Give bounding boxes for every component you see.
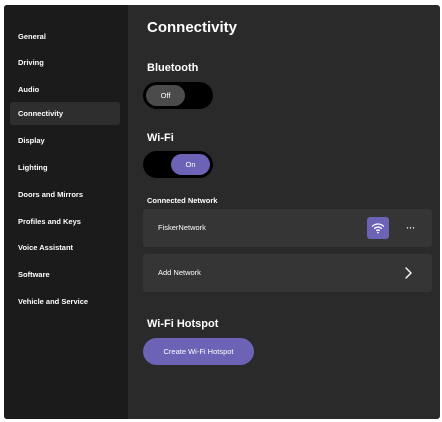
- more-icon[interactable]: ···: [399, 217, 421, 239]
- sidebar-item-vehicle-and-service[interactable]: Vehicle and Service: [10, 290, 120, 313]
- bluetooth-toggle-label: Off: [146, 85, 185, 106]
- page-title: Connectivity: [147, 19, 238, 36]
- sidebar-item-audio[interactable]: Audio: [10, 78, 120, 101]
- add-network-row[interactable]: Add Network: [143, 254, 432, 292]
- sidebar-item-general[interactable]: General: [10, 25, 120, 48]
- network-name: FiskerNetwork: [158, 223, 206, 232]
- wifi-icon: [371, 223, 385, 234]
- connected-network-row[interactable]: FiskerNetwork ···: [143, 209, 432, 247]
- sidebar-item-doors-and-mirrors[interactable]: Doors and Mirrors: [10, 183, 120, 206]
- sidebar-item-connectivity[interactable]: Connectivity: [10, 102, 120, 125]
- connectivity-panel: Connectivity Bluetooth Off Wi-Fi On Conn…: [128, 5, 440, 419]
- bluetooth-toggle[interactable]: Off: [143, 82, 213, 109]
- connected-network-title: Connected Network: [147, 196, 218, 205]
- create-wifi-hotspot-button[interactable]: Create Wi-Fi Hotspot: [143, 338, 254, 365]
- settings-window: General Driving Audio Connectivity Displ…: [4, 5, 440, 419]
- sidebar-item-display[interactable]: Display: [10, 129, 120, 152]
- wifi-hotspot-title: Wi-Fi Hotspot: [147, 318, 219, 330]
- sidebar-item-profiles-and-keys[interactable]: Profiles and Keys: [10, 210, 120, 233]
- sidebar-item-software[interactable]: Software: [10, 263, 120, 286]
- wifi-toggle[interactable]: On: [143, 151, 213, 178]
- wifi-toggle-label: On: [171, 154, 210, 175]
- wifi-title: Wi-Fi: [147, 132, 174, 144]
- wifi-status-button[interactable]: [367, 217, 389, 239]
- bluetooth-title: Bluetooth: [147, 62, 199, 74]
- sidebar-item-voice-assistant[interactable]: Voice Assistant: [10, 236, 120, 259]
- chevron-right-icon: [405, 267, 412, 279]
- sidebar-item-driving[interactable]: Driving: [10, 51, 120, 74]
- add-network-label: Add Network: [158, 268, 201, 277]
- sidebar-item-lighting[interactable]: Lighting: [10, 156, 120, 179]
- settings-sidebar: General Driving Audio Connectivity Displ…: [4, 5, 128, 419]
